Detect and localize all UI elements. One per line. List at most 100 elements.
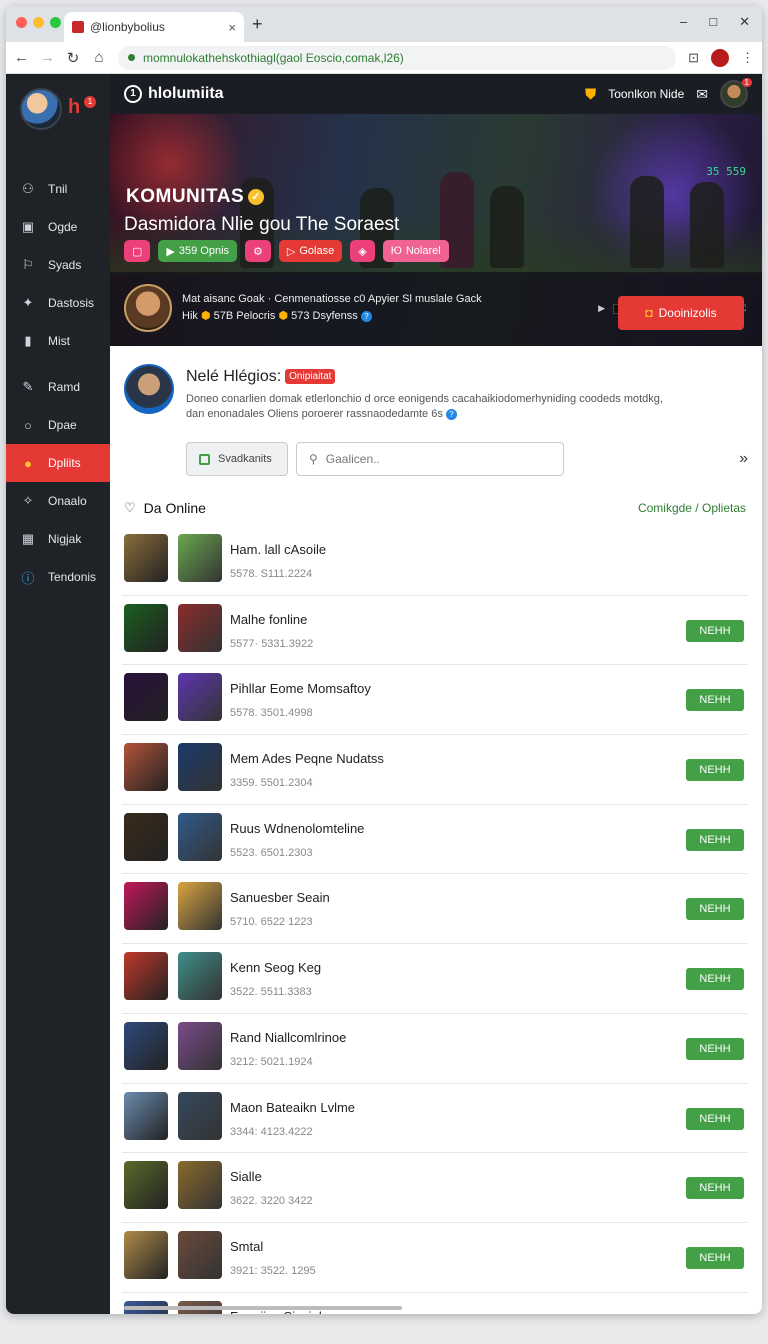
- list-item-action-button[interactable]: NEHH: [686, 1037, 744, 1060]
- tab-close-icon[interactable]: ×: [228, 20, 236, 35]
- list-item[interactable]: Fomrijos SiaciolNEHH: [122, 1293, 748, 1314]
- sidebar-item[interactable]: ✧ Onaalo: [6, 482, 110, 520]
- list-item[interactable]: Maon Bateaikn Lvlme 3344: 4123.4222 NEHH: [122, 1084, 748, 1154]
- filter-button[interactable]: Svadkanits: [186, 442, 288, 476]
- sidebar-item[interactable]: ⚐ Syads: [6, 246, 110, 284]
- sidebar-item-label: Nigjak: [48, 532, 82, 546]
- search-placeholder: Gaalicen..: [325, 452, 380, 466]
- close-button[interactable]: ✕: [739, 14, 750, 30]
- list-item[interactable]: Sialle 3622. 3220 3422 NEHH: [122, 1153, 748, 1223]
- list-item[interactable]: Mem Ades Peqne Nudatss 3359. 5501.2304 NEH…: [122, 735, 748, 805]
- sidebar-item[interactable]: ✎ Ramd: [6, 368, 110, 406]
- list-item[interactable]: Ham. lall cAsoile 5578. S111.2224: [122, 526, 748, 596]
- browser-tab[interactable]: @lionbybolius ×: [64, 12, 244, 42]
- list-item[interactable]: Rand Niallcomlrinoe 3212: 5021.1924 NEHH: [122, 1014, 748, 1084]
- join-button[interactable]: ◘ Dooinizolis: [618, 296, 744, 330]
- expand-icon[interactable]: »: [739, 450, 748, 468]
- list-item-title: Ruus Wdnenolomteline: [230, 820, 365, 836]
- browser-window: @lionbybolius × + – □ ✕ ← → ↻ ⌂ momnulok…: [6, 6, 762, 1314]
- shield-icon: ⛊: [584, 85, 597, 103]
- hero-pill-button[interactable]: ▢: [124, 240, 151, 262]
- sidebar-item[interactable]: ⓘ Tendonis: [6, 558, 110, 596]
- close-window-dot[interactable]: [16, 17, 27, 28]
- search-icon: ⚲: [309, 452, 318, 466]
- list-icon: ▮: [24, 333, 32, 348]
- community-link[interactable]: Comikgde / Oplietas: [638, 501, 746, 515]
- list-item[interactable]: Sanuesber Seain 5710. 6522 1223 NEHH: [122, 874, 748, 945]
- info-icon: ⓘ: [21, 570, 35, 586]
- profile-avatar[interactable]: [124, 364, 174, 414]
- list-item-action-button[interactable]: NEHH: [686, 828, 744, 851]
- user-avatar[interactable]: 1: [720, 78, 752, 108]
- game-thumbnail: [178, 1021, 222, 1070]
- new-tab-button[interactable]: +: [252, 14, 263, 35]
- horizontal-scrollbar[interactable]: [124, 1306, 402, 1310]
- menu-icon[interactable]: ⋮: [741, 50, 754, 66]
- hero-pill-button[interactable]: ⚙: [245, 240, 271, 262]
- hero-pill-button[interactable]: ▶ 359 Opnis: [158, 240, 238, 262]
- game-thumbnail: [124, 1021, 168, 1070]
- profile-icon[interactable]: [711, 48, 729, 67]
- list-item-action-button[interactable]: NEHH: [686, 759, 744, 782]
- sidebar-item[interactable]: ● Dpliits: [6, 444, 110, 482]
- list-item-action-button[interactable]: NEHH: [686, 968, 744, 991]
- list-item-action-button[interactable]: NEHH: [686, 1107, 744, 1130]
- minimize-button[interactable]: –: [680, 14, 687, 30]
- sidebar-logo[interactable]: h 1: [6, 74, 110, 170]
- creator-avatar[interactable]: [124, 284, 172, 332]
- pill-icon: ◈: [358, 245, 367, 258]
- sidebar-item[interactable]: ⚇ Tnil: [6, 170, 110, 208]
- list-item-action-button[interactable]: NEHH: [686, 1246, 744, 1269]
- restore-button[interactable]: □: [709, 14, 717, 30]
- sidebar-item[interactable]: ▣ Ogde: [6, 208, 110, 246]
- sidebar-item[interactable]: ▦ Nigjak: [6, 520, 110, 558]
- tab-title: @lionbybolius: [90, 20, 165, 34]
- profile-panel: Nelé Hlégios: Onipiaitat Doneo conarlien …: [110, 346, 762, 490]
- sidebar-item[interactable]: ○ Dpae: [6, 406, 110, 444]
- chat-icon[interactable]: ✉: [696, 86, 708, 103]
- game-thumbnail: [124, 882, 168, 931]
- coin-icon: ⬢: [200, 310, 211, 322]
- play-icon[interactable]: ▶: [598, 303, 605, 314]
- reload-icon[interactable]: ↻: [66, 49, 80, 67]
- site-name: hlolumiita: [148, 85, 224, 102]
- brand-badge: 1: [84, 96, 96, 108]
- pill-label: Nolarel: [405, 245, 441, 257]
- sidebar-item[interactable]: ✦ Dastosis: [6, 284, 110, 322]
- hero-banner: KOMUNITAS ✓ Dasmidora Nlie ɡou The Soraes…: [110, 114, 762, 346]
- sidebar-item[interactable]: ▮ Mist: [6, 322, 110, 360]
- list-item[interactable]: Malhe fonline 5577· 5331.3922 NEHH: [122, 596, 748, 666]
- list-item[interactable]: Pihllar Eome Momsaftoy 5578. 3501.4998 NEH…: [122, 665, 748, 736]
- list-item-action-button[interactable]: NEHH: [686, 619, 744, 642]
- user-label[interactable]: Toonlkon Nide: [608, 87, 684, 101]
- search-input[interactable]: ⚲ Gaalicen..: [296, 442, 564, 476]
- extensions-icon[interactable]: ⊡: [688, 50, 699, 66]
- list-item-title: Mem Ades Peqne Nudatss: [230, 751, 384, 767]
- info-icon[interactable]: ?: [445, 409, 457, 420]
- app: h 1 ⚇ Tnil ▣ Ogde ⚐ Syads ✦ Dastosis ▮ Mist ✎ Ramd ○…: [6, 74, 762, 1314]
- list-item[interactable]: Ruus Wdnenolomteline 5523. 6501.2303 NEHH: [122, 805, 748, 875]
- pill-icon: ▶: [166, 245, 175, 258]
- site-logo[interactable]: 1 hlolumiita: [124, 85, 224, 103]
- list-item[interactable]: Smtal 3921: 3522. 1295 NEHH: [122, 1223, 748, 1293]
- hero-action-pills: ▢ ▶ 359 Opnis ⚙ ▷ Golase ◈ Ю Nolarel: [124, 240, 449, 262]
- list-item-action-button[interactable]: NEHH: [686, 1177, 744, 1200]
- game-thumbnail: [178, 882, 222, 931]
- hero-pill-button[interactable]: Ю Nolarel: [382, 240, 449, 262]
- profile-description: Doneo conarlien domak etlerlonchio d orc…: [186, 393, 663, 420]
- url-field[interactable]: momnulokathehskothiagl(gaol Eoscio,comak…: [118, 45, 677, 70]
- hero-pill-button[interactable]: ◈: [350, 240, 375, 262]
- list-item-title: Rand Niallcomlrinoe: [230, 1029, 347, 1045]
- home-icon[interactable]: ⌂: [92, 49, 106, 66]
- minimize-window-dot[interactable]: [33, 17, 44, 28]
- hero-pill-button[interactable]: ▷ Golase: [278, 240, 343, 262]
- list-item[interactable]: Kenn Seog Keg 3522. 5511.3383 NEHH: [122, 944, 748, 1014]
- list-item-action-button[interactable]: NEHH: [686, 898, 744, 921]
- back-icon[interactable]: ←: [14, 49, 29, 66]
- maximize-window-dot[interactable]: [50, 17, 61, 28]
- main-content: 1 hlolumiita ⛊ Toonlkon Nide ✉ 1 KOMUNIT…: [110, 74, 762, 1314]
- game-thumbnail: [124, 534, 168, 582]
- forward-icon[interactable]: →: [40, 49, 55, 66]
- info-icon[interactable]: ?: [360, 311, 372, 322]
- list-item-action-button[interactable]: NEHH: [686, 689, 744, 712]
